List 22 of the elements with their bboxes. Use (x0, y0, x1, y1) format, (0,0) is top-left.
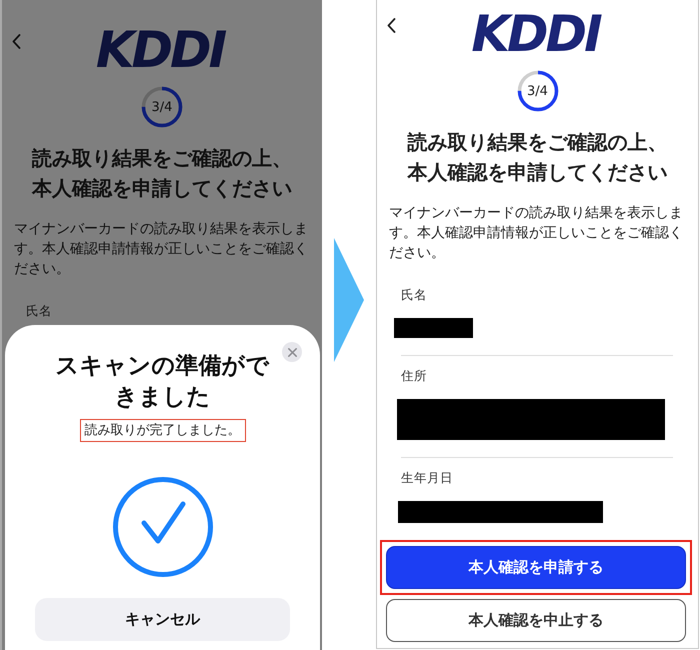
field-label: 生年月日 (401, 469, 454, 487)
close-icon (288, 348, 296, 356)
field-label: 氏名 (401, 286, 428, 304)
step-counter: 3/4 (152, 100, 172, 114)
cancel-button[interactable]: キャンセル (35, 598, 290, 641)
page-title: 読み取り結果をご確認の上、本人確認を申請してください (406, 129, 668, 186)
step-counter: 3/4 (527, 84, 548, 98)
page-title: 読み取り結果をご確認の上、本人確認を申請してください (30, 145, 293, 202)
message-text: 読み取りが完了しました。 (84, 422, 240, 439)
triangle-arrow-icon (334, 238, 364, 362)
sheet-title: スキャンの準備ができました (54, 352, 270, 412)
description-text: マイナンバーカードの読み取り結果を表示します。本人確認申請情報が正しいことをご確認ください。 (389, 204, 684, 263)
description-text: マイナンバーカードの読み取り結果を表示します。本人確認申請情報が正しいことをご確認ください。 (14, 220, 309, 279)
close-button[interactable] (282, 342, 302, 362)
abort-button[interactable]: 本人確認を中止する (386, 599, 686, 642)
logo: KDDI (96, 30, 226, 70)
logo: KDDI (471, 14, 602, 54)
check-circle-icon (112, 477, 212, 577)
field-label: 住所 (401, 367, 428, 385)
field-label: 氏名 (26, 302, 53, 320)
apply-button[interactable]: 本人確認を申請する (386, 546, 686, 589)
back-icon[interactable] (387, 18, 396, 33)
